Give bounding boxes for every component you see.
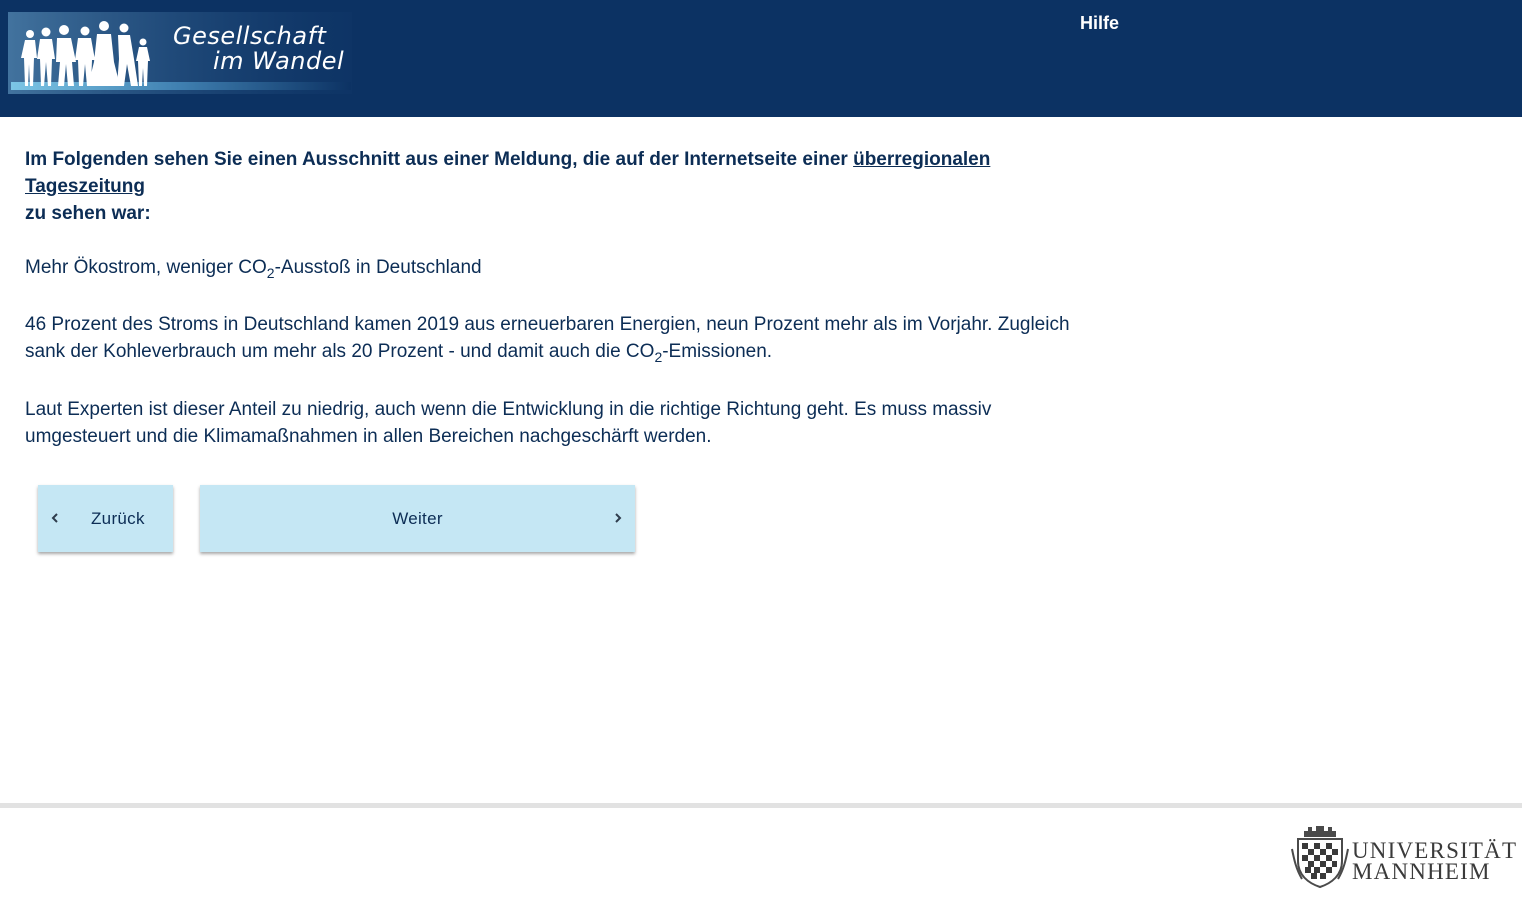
university-name-line1: UNIVERSITÄT [1352,838,1518,863]
news-paragraph-1: 46 Prozent des Stroms in Deutschland kam… [25,311,1115,365]
main-content: Im Folgenden sehen Sie einen Ausschnitt … [25,146,1115,450]
next-button[interactable]: Weiter [200,485,635,552]
para1-line1: 46 Prozent des Stroms in Deutschland kam… [25,314,1070,335]
university-name-line2: MANNHEIM [1352,859,1491,884]
headline-post: -Ausstoß in Deutschland [274,257,482,278]
university-crest-icon [1291,826,1349,889]
chevron-right-icon [611,510,625,526]
para2-line1: Laut Experten ist dieser Anteil zu niedr… [25,399,992,420]
para1-line2-pre: sank der Kohleverbrauch um mehr als 20 P… [25,341,655,362]
next-button-label: Weiter [392,509,443,528]
logo-text-line1: Gesellschaft [173,22,327,50]
news-paragraph-2: Laut Experten ist dieser Anteil zu niedr… [25,396,1115,450]
back-button-label: Zurück [91,509,145,528]
footer-divider [0,803,1522,808]
para1-line2-post: -Emissionen. [662,341,773,362]
back-button[interactable]: Zurück [38,485,173,552]
chevron-left-icon [48,510,62,526]
gesellschaft-im-wandel-logo: Gesellschaft im Wandel [8,12,352,94]
logo-text: Gesellschaft im Wandel [173,24,344,74]
header-bar: Gesellschaft im Wandel Hilfe [0,0,1522,117]
intro-text-end: zu sehen war: [25,203,151,224]
universitaet-mannheim-logo: UNIVERSITÄT MANNHEIM [1290,823,1520,889]
para2-line2: umgesteuert und die Klimamaßnahmen in al… [25,426,712,447]
headline-pre: Mehr Ökostrom, weniger CO [25,257,267,278]
news-headline: Mehr Ökostrom, weniger CO2-Ausstoß in De… [25,254,1115,281]
intro-text-start: Im Folgenden sehen Sie einen Ausschnitt … [25,149,854,170]
intro-text: Im Folgenden sehen Sie einen Ausschnitt … [25,146,1115,227]
university-name: UNIVERSITÄT MANNHEIM [1352,838,1518,884]
help-link[interactable]: Hilfe [1080,13,1119,34]
headline-subscript: 2 [266,265,275,281]
logo-text-line2: im Wandel [213,47,345,75]
